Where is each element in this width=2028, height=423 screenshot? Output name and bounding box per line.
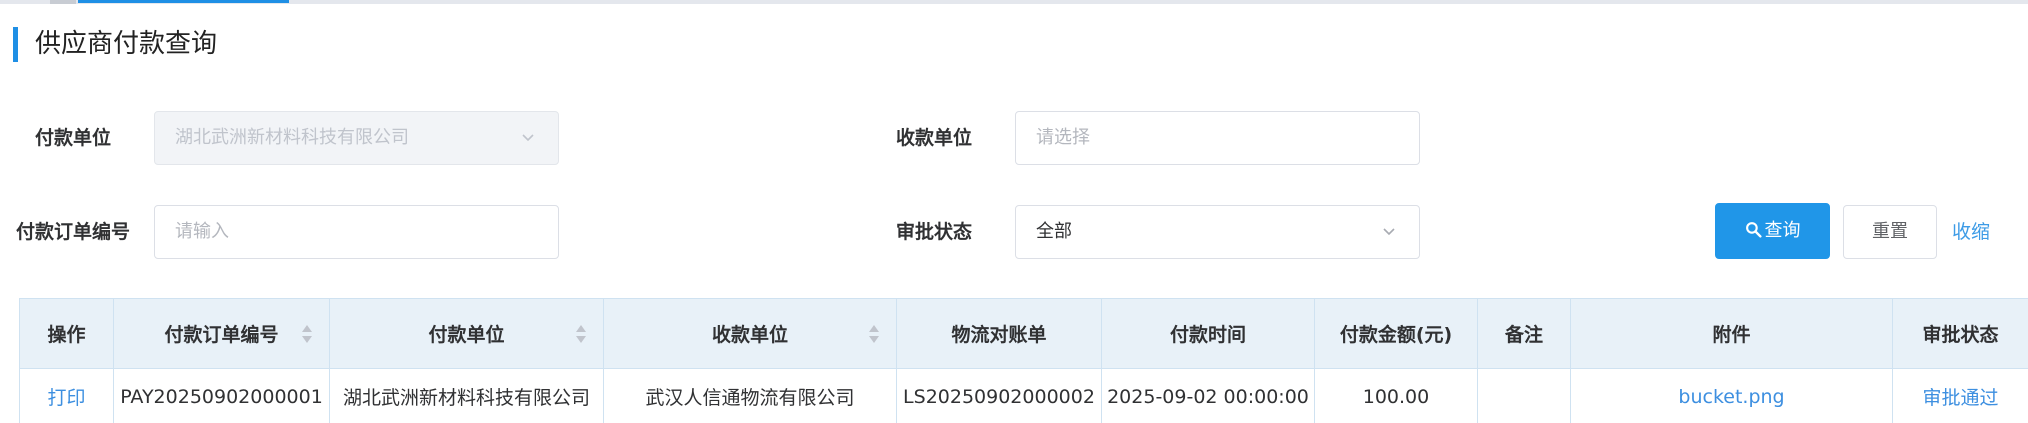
top-tab-strip xyxy=(0,0,2028,4)
sort-icon[interactable] xyxy=(575,323,587,345)
title-accent-bar xyxy=(13,27,18,62)
column-header-statement: 物流对账单 xyxy=(897,299,1102,369)
cell-payee: 武汉人信通物流有限公司 xyxy=(604,369,897,423)
status-select[interactable]: 全部 xyxy=(1015,205,1420,259)
payment-table: 操作 付款订单编号 付款单位 收款单位 物流对账单 付款时间 付款金额(元) 备… xyxy=(19,298,2028,423)
cell-order-no: PAY20250902000001 xyxy=(114,369,330,423)
search-button[interactable]: 查询 xyxy=(1715,203,1830,259)
print-link[interactable]: 打印 xyxy=(20,369,114,423)
chevron-down-icon xyxy=(522,134,534,142)
order-no-placeholder: 请输入 xyxy=(175,221,229,242)
status-select-value: 全部 xyxy=(1036,221,1072,242)
cell-remark xyxy=(1478,369,1571,423)
column-header-amount: 付款金额(元) xyxy=(1315,299,1478,369)
order-no-input[interactable]: 请输入 xyxy=(154,205,559,259)
active-tab-indicator[interactable] xyxy=(78,0,289,3)
column-header-payer-label: 付款单位 xyxy=(428,324,505,346)
payee-label: 收款单位 xyxy=(896,127,973,149)
cell-amount: 100.00 xyxy=(1315,369,1478,423)
sort-icon[interactable] xyxy=(868,323,880,345)
payee-select[interactable]: 请选择 xyxy=(1015,111,1420,165)
column-header-order-no[interactable]: 付款订单编号 xyxy=(114,299,330,369)
search-icon xyxy=(1745,221,1762,238)
payer-select-value: 湖北武洲新材料科技有限公司 xyxy=(175,127,409,148)
collapse-link[interactable]: 收缩 xyxy=(1952,219,1990,245)
status-link[interactable]: 审批通过 xyxy=(1893,369,2028,423)
column-header-status: 审批状态 xyxy=(1893,299,2028,369)
column-header-payee[interactable]: 收款单位 xyxy=(604,299,897,369)
payer-select: 湖北武洲新材料科技有限公司 xyxy=(154,111,559,165)
chevron-down-icon xyxy=(1383,228,1395,236)
cell-time: 2025-09-02 00:00:00 xyxy=(1102,369,1315,423)
column-header-payee-label: 收款单位 xyxy=(711,324,788,346)
tab-indicator xyxy=(50,0,76,4)
order-no-label: 付款订单编号 xyxy=(16,221,131,243)
cell-statement: LS20250902000002 xyxy=(897,369,1102,423)
reset-button[interactable]: 重置 xyxy=(1843,205,1937,259)
attachment-link[interactable]: bucket.png xyxy=(1571,369,1893,423)
sort-icon[interactable] xyxy=(301,323,313,345)
status-label: 审批状态 xyxy=(896,221,973,243)
column-header-payer[interactable]: 付款单位 xyxy=(330,299,604,369)
column-header-order-no-label: 付款订单编号 xyxy=(164,324,279,346)
column-header-time: 付款时间 xyxy=(1102,299,1315,369)
column-header-attachment: 附件 xyxy=(1571,299,1893,369)
payee-select-placeholder: 请选择 xyxy=(1036,127,1090,148)
payer-label: 付款单位 xyxy=(35,127,112,149)
search-button-label: 查询 xyxy=(1764,220,1801,241)
page-title: 供应商付款查询 xyxy=(35,29,218,59)
column-header-action: 操作 xyxy=(20,299,114,369)
column-header-remark: 备注 xyxy=(1478,299,1571,369)
cell-payer: 湖北武洲新材料科技有限公司 xyxy=(330,369,604,423)
